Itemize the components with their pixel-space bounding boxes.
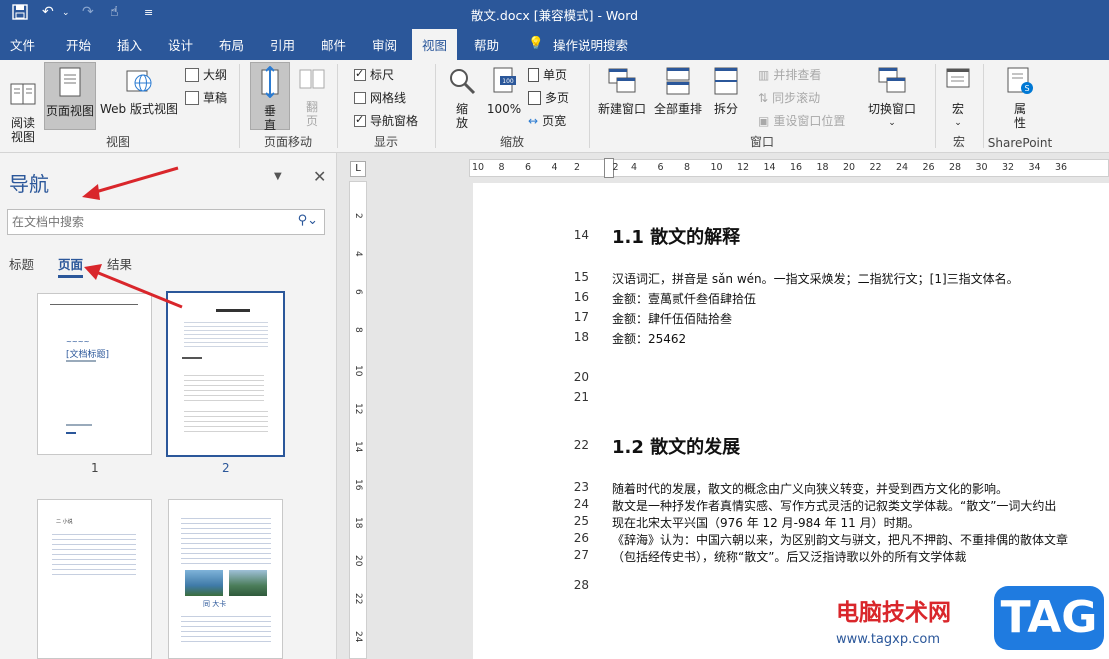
watermark-site-name: 电脑技术网 xyxy=(836,600,951,626)
watermark-url: www.tagxp.com xyxy=(836,632,940,647)
red-arrow xyxy=(95,270,183,309)
red-arrow xyxy=(91,166,179,195)
arrow-head xyxy=(82,184,100,200)
watermark-badge: TAG xyxy=(994,586,1104,650)
annotation-arrows xyxy=(82,166,183,309)
